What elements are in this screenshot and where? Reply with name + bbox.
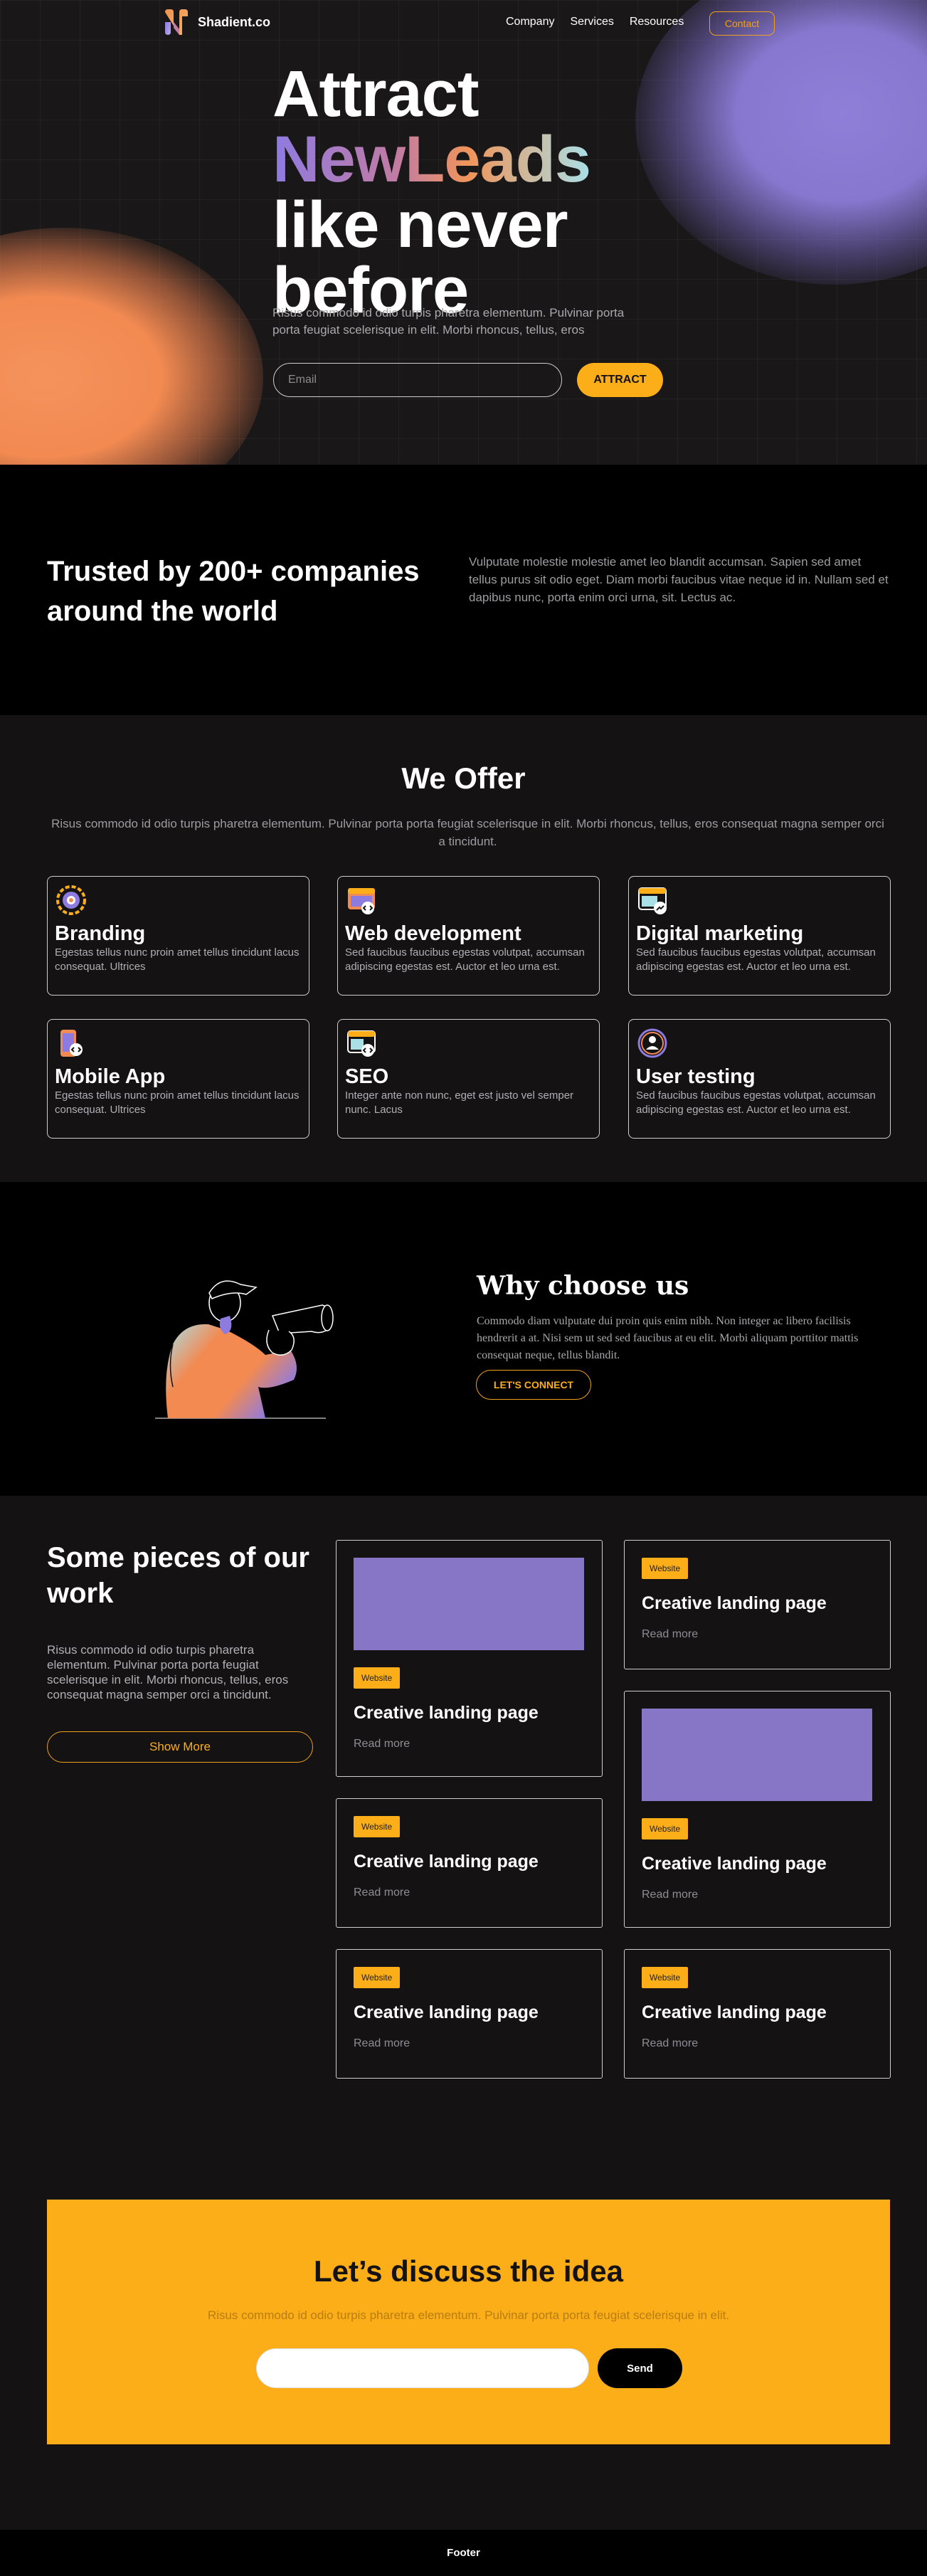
discuss-section: Let’s discuss the idea Risus commodo id …	[0, 2160, 927, 2530]
trusted-text: Vulputate molestie molestie amet leo bla…	[469, 555, 889, 604]
service-card-text: Egestas tellus nunc proin amet tellus ti…	[55, 946, 300, 973]
email-input[interactable]	[273, 363, 562, 397]
work-card-badge: Website	[642, 1558, 689, 1579]
work-card-badge: Website	[354, 1967, 401, 1988]
hero-title-line-3: like never	[272, 189, 568, 261]
offer-section: We Offer Risus commodo id odio turpis ph…	[0, 715, 927, 1182]
work-card-badge: Website	[354, 1816, 401, 1837]
work-card-title: Creative landing page	[642, 1854, 827, 1874]
service-card-text: Sed faucibus faucibus egestas volutpat, …	[636, 946, 876, 973]
why-text: Commodo diam vulputate dui proin quis en…	[477, 1315, 859, 1361]
work-card-thumbnail	[354, 1558, 584, 1650]
brand-name: Shadient.co	[198, 14, 271, 29]
nav-links: Company Services Resources	[506, 16, 684, 28]
hero-title-line-2: NewLeads	[272, 123, 591, 196]
service-card-seo[interactable]: SEO Integer ante non nunc, eget est just…	[337, 1019, 600, 1139]
service-card-text: Sed faucibus faucibus egestas volutpat, …	[345, 946, 585, 973]
service-card-title: Mobile App	[55, 1065, 166, 1088]
service-card-digital-marketing[interactable]: Digital marketing Sed faucibus faucibus …	[628, 876, 891, 996]
offer-subtitle: Risus commodo id odio turpis pharetra el…	[51, 817, 884, 848]
work-card-title: Creative landing page	[642, 1593, 827, 1613]
service-card-mobile-app[interactable]: Mobile App Egestas tellus nunc proin ame…	[47, 1019, 309, 1139]
work-card[interactable]: Website Creative landing page Read more	[624, 1949, 891, 2079]
work-card-title: Creative landing page	[354, 1703, 539, 1723]
work-card[interactable]: Website Creative landing page Read more	[624, 1540, 891, 1669]
service-card-text: Integer ante non nunc, eget est justo ve…	[345, 1089, 574, 1116]
lets-connect-button[interactable]: LET'S CONNECT	[476, 1370, 591, 1400]
top-nav: Shadient.co Company Services Resources C…	[0, 0, 927, 44]
web-dev-icon	[348, 888, 375, 914]
work-card-badge: Website	[354, 1667, 401, 1689]
logo[interactable]: Shadient.co	[161, 6, 270, 38]
work-card-title: Creative landing page	[354, 2002, 539, 2022]
work-card-badge: Website	[642, 1818, 689, 1839]
user-testing-icon	[637, 1028, 667, 1058]
read-more-link[interactable]: Read more	[642, 2037, 873, 2050]
branding-icon	[56, 885, 86, 915]
work-card[interactable]: Website Creative landing page Read more	[336, 1798, 603, 1928]
work-card-thumbnail	[642, 1709, 872, 1801]
work-text: Risus commodo id odio turpis pharetra el…	[47, 1643, 289, 1701]
seo-icon	[347, 1030, 376, 1057]
service-card-branding[interactable]: Branding Egestas tellus nunc proin amet …	[47, 876, 309, 996]
work-title: Some pieces of our work	[47, 1542, 309, 1609]
marketing-icon	[638, 887, 667, 914]
discuss-panel: Let’s discuss the idea Risus commodo id …	[47, 2200, 890, 2444]
why-section: Why choose us Commodo diam vulputate dui…	[0, 1182, 927, 1496]
read-more-link[interactable]: Read more	[354, 1738, 585, 1751]
contact-button[interactable]: Contact	[709, 11, 775, 36]
service-card-title: Branding	[55, 922, 146, 945]
read-more-link[interactable]: Read more	[354, 1886, 585, 1899]
hero-subtitle: Risus commodo id odio turpis pharetra el…	[272, 306, 625, 337]
hero-title: Attract NewLeads like never before	[272, 58, 591, 323]
mobile-app-icon	[60, 1030, 83, 1057]
read-more-link[interactable]: Read more	[642, 1628, 873, 1641]
read-more-link[interactable]: Read more	[354, 2037, 585, 2050]
work-card-badge: Website	[642, 1967, 689, 1988]
service-card-user-testing[interactable]: User testing Sed faucibus faucibus egest…	[628, 1019, 891, 1139]
footer-label: Footer	[447, 2547, 480, 2559]
service-card-title: SEO	[345, 1065, 389, 1088]
work-card[interactable]: Website Creative landing page Read more	[336, 1949, 603, 2079]
send-button[interactable]: Send	[598, 2348, 682, 2388]
logo-icon	[165, 9, 188, 35]
work-card[interactable]: Website Creative landing page Read more	[624, 1691, 891, 1928]
footer: Footer	[0, 2530, 927, 2576]
service-card-web-development[interactable]: Web development Sed faucibus faucibus eg…	[337, 876, 600, 996]
service-card-title: Web development	[345, 922, 521, 945]
work-card-title: Creative landing page	[354, 1852, 539, 1872]
service-card-title: User testing	[636, 1065, 756, 1088]
service-card-title: Digital marketing	[636, 922, 804, 945]
nav-link-services[interactable]: Services	[570, 16, 613, 28]
read-more-link[interactable]: Read more	[642, 1889, 873, 1901]
trusted-title: Trusted by 200+ companies around the wor…	[47, 556, 420, 627]
discuss-title: Let’s discuss the idea	[314, 2254, 623, 2288]
work-card[interactable]: Website Creative landing page Read more	[336, 1540, 603, 1777]
nav-link-company[interactable]: Company	[506, 16, 554, 28]
offer-title: We Offer	[401, 761, 526, 795]
photographer-illustration	[155, 1280, 334, 1419]
idea-input[interactable]	[256, 2348, 589, 2388]
discuss-subtitle: Risus commodo id odio turpis pharetra el…	[207, 2308, 730, 2322]
service-card-text: Sed faucibus faucibus egestas volutpat, …	[636, 1089, 876, 1116]
hero-section: Shadient.co Company Services Resources C…	[0, 0, 927, 465]
work-card-title: Creative landing page	[642, 2002, 827, 2022]
attract-button[interactable]: ATTRACT	[577, 363, 663, 397]
show-more-button[interactable]: Show More	[47, 1731, 313, 1763]
hero-title-line-1: Attract	[272, 58, 479, 130]
nav-link-resources[interactable]: Resources	[630, 16, 684, 28]
why-title: Why choose us	[477, 1271, 689, 1301]
trusted-section: Trusted by 200+ companies around the wor…	[0, 465, 927, 715]
service-card-text: Egestas tellus nunc proin amet tellus ti…	[55, 1089, 300, 1116]
work-section: Some pieces of our work Risus commodo id…	[0, 1496, 927, 2160]
